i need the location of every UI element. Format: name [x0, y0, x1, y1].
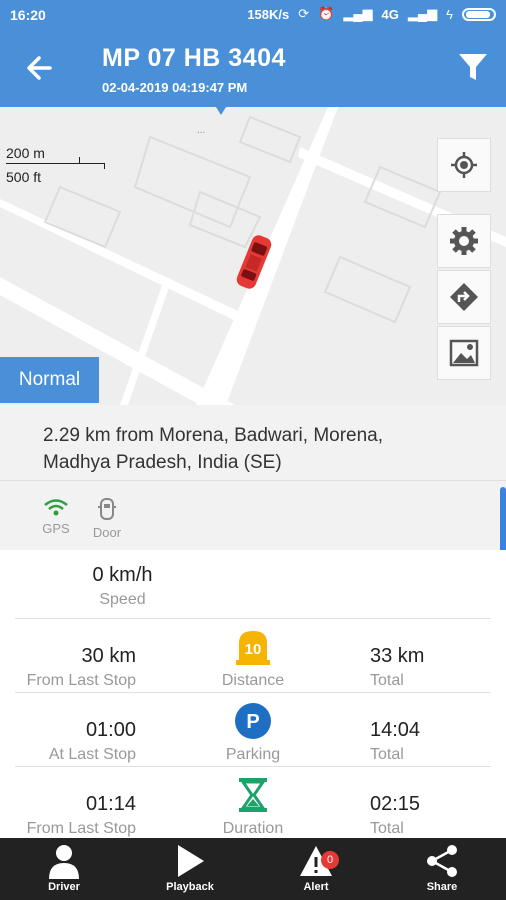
- map-view[interactable]: ... 200 m 500 ft Normal: [0, 107, 506, 405]
- sensor-door: Door: [87, 497, 127, 540]
- directions-button[interactable]: [437, 270, 491, 324]
- address-line-1: 2.29 km from Morena, Badwari, Morena,: [43, 425, 384, 446]
- share-icon: [427, 845, 457, 877]
- milestone-number: 10: [245, 641, 262, 658]
- duration-last-stop-label: From Last Stop: [26, 820, 136, 837]
- alarm-icon: ⏰: [318, 6, 335, 21]
- nav-driver[interactable]: Driver: [14, 843, 114, 893]
- scale-bar: [6, 163, 104, 164]
- nav-playback-label: Playback: [166, 881, 214, 893]
- distance-label: Distance: [221, 672, 285, 689]
- distance-total-value: 33 km: [370, 645, 425, 667]
- bottom-nav: Driver Playback 0 Alert Share: [0, 838, 506, 900]
- parking-icon: P: [235, 703, 271, 739]
- door-icon: [98, 498, 116, 520]
- parking-total-value: 14:04: [370, 719, 421, 741]
- filter-icon: [459, 54, 487, 80]
- signal-icon: ▂▄▆: [343, 6, 373, 21]
- status-time: 16:20: [10, 7, 46, 23]
- svg-text:...: ...: [197, 125, 205, 136]
- alert-count-badge: 0: [321, 851, 339, 869]
- hourglass-icon: [239, 778, 267, 812]
- scale-tick: [104, 163, 105, 169]
- nav-playback[interactable]: Playback: [140, 843, 240, 893]
- crosshair-icon: [451, 152, 477, 178]
- parking-total-label: Total: [370, 746, 404, 763]
- scale-metric: 200 m: [6, 145, 45, 161]
- status-bar: 16:20 158K/s ⟳ ⏰ ▂▄▆ 4G ▂▄▆ ϟ: [0, 0, 506, 30]
- wifi-icon: [44, 499, 68, 516]
- parking-last-stop-label: At Last Stop: [48, 746, 136, 763]
- duration-total-value: 02:15: [370, 793, 421, 815]
- directions-icon: [450, 283, 478, 311]
- distance-last-stop-label: From Last Stop: [26, 672, 136, 689]
- duration-last-stop-value: 01:14: [85, 793, 136, 815]
- sensor-gps-label: GPS: [42, 521, 70, 536]
- map-type-button[interactable]: Normal: [0, 357, 99, 403]
- map-layer-button[interactable]: [437, 326, 491, 380]
- duration-total-label: Total: [370, 820, 404, 837]
- nav-alert[interactable]: 0 Alert: [266, 843, 366, 893]
- speed-label: Speed: [99, 591, 146, 608]
- nav-driver-label: Driver: [48, 881, 80, 893]
- sensor-panel: GPS Door: [0, 480, 506, 550]
- vehicle-title: MP 07 HB 3404: [102, 44, 286, 72]
- vehicle-timestamp: 02-04-2019 04:19:47 PM: [102, 80, 248, 95]
- sync-icon: ⟳: [298, 6, 310, 21]
- speed-value: 0 km/h: [92, 564, 153, 586]
- distance-row: 30 km From Last Stop 10 Distance 33 km T…: [0, 619, 506, 693]
- status-icons: 158K/s ⟳ ⏰ ▂▄▆ 4G ▂▄▆ ϟ: [247, 6, 496, 22]
- duration-label: Duration: [222, 820, 284, 837]
- map-image-icon: [449, 339, 479, 367]
- arrow-left-icon: [27, 56, 52, 80]
- nav-share-label: Share: [426, 881, 458, 893]
- app-header: MP 07 HB 3404 02-04-2019 04:19:47 PM: [0, 30, 506, 107]
- sensor-gps: GPS: [36, 497, 76, 536]
- network-type: 4G: [381, 6, 399, 22]
- distance-total-label: Total: [370, 672, 404, 689]
- battery-icon: [462, 7, 496, 21]
- play-icon: [178, 845, 204, 877]
- filter-button[interactable]: [456, 50, 490, 84]
- back-button[interactable]: [22, 50, 58, 86]
- signal-strength-icon: ▂▄▆: [407, 6, 438, 21]
- driver-icon: [49, 845, 79, 879]
- nav-alert-label: Alert: [303, 881, 329, 893]
- stats-panel: 0 km/h Speed 30 km From Last Stop 10 Dis…: [0, 550, 506, 838]
- settings-button[interactable]: [437, 214, 491, 268]
- address-panel: 2.29 km from Morena, Badwari, Morena, Ma…: [0, 405, 506, 480]
- nav-share[interactable]: Share: [392, 843, 492, 893]
- gear-icon: [450, 227, 478, 255]
- parking-letter: P: [246, 711, 259, 733]
- my-location-button[interactable]: [437, 138, 491, 192]
- milestone-icon: 10: [236, 631, 270, 665]
- charging-icon: ϟ: [446, 6, 453, 22]
- sensor-door-label: Door: [92, 525, 122, 540]
- scale-tick: [79, 157, 80, 163]
- duration-row: 01:14 From Last Stop Duration 02:15 Tota…: [0, 767, 506, 841]
- parking-last-stop-value: 01:00: [85, 719, 136, 741]
- parking-label: Parking: [225, 746, 281, 763]
- address-line-2: Madhya Pradesh, India (SE): [43, 452, 282, 473]
- network-speed: 158K/s: [247, 6, 290, 22]
- distance-last-stop-value: 30 km: [81, 645, 136, 667]
- parking-row: 01:00 At Last Stop P Parking 14:04 Total: [0, 693, 506, 767]
- scale-imperial: 500 ft: [6, 169, 42, 185]
